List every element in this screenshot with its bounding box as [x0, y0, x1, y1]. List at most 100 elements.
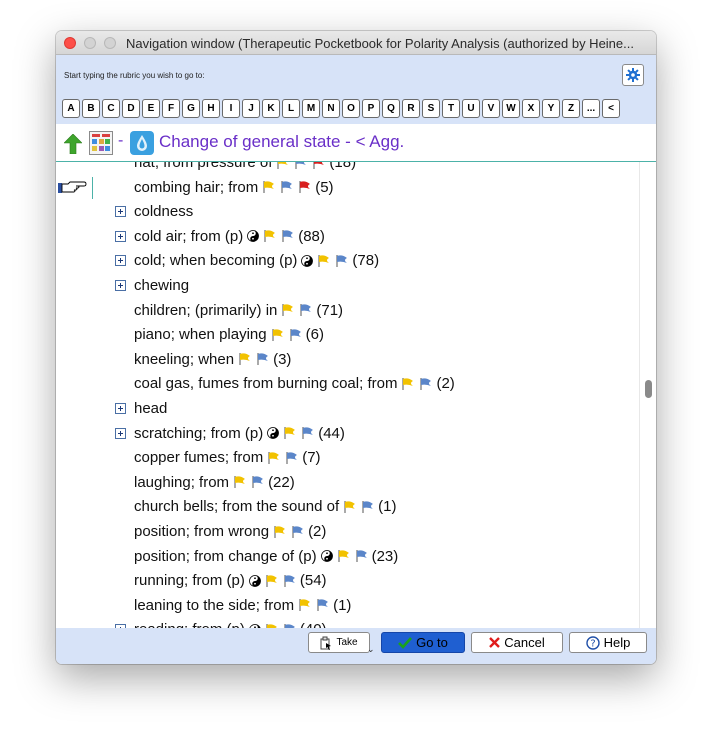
letter-button-z[interactable]: Z — [562, 99, 580, 118]
remedy-count: (40) — [300, 621, 327, 628]
letter-button-l[interactable]: L — [282, 99, 300, 118]
tree-row[interactable]: laughing; from (22) — [56, 471, 636, 495]
goto-button[interactable]: Go to — [381, 632, 465, 653]
rubric-label[interactable]: piano; when playing (6) — [134, 326, 324, 343]
tree-row[interactable]: combing hair; from (5) — [56, 176, 636, 200]
tree-row[interactable]: reading; from (p) (40) — [56, 618, 636, 628]
help-button[interactable]: ? Help — [569, 632, 647, 653]
letter-button-more[interactable]: ... — [582, 99, 600, 118]
letter-button-r[interactable]: R — [402, 99, 420, 118]
rubric-label[interactable]: church bells; from the sound of (1) — [134, 498, 396, 515]
letter-button-k[interactable]: K — [262, 99, 280, 118]
tree-row[interactable]: position; from change of (p) (23) — [56, 545, 636, 569]
expand-icon[interactable] — [115, 206, 126, 218]
remedy-count: (18) — [329, 162, 357, 171]
maximize-window-button[interactable] — [104, 37, 116, 49]
letter-button-x[interactable]: X — [522, 99, 540, 118]
tree-row[interactable]: cold; when becoming (p) (78) — [56, 249, 636, 273]
letter-button-b[interactable]: B — [82, 99, 100, 118]
rubric-text: kneeling; when — [134, 350, 235, 368]
rubric-label[interactable]: reading; from (p) (40) — [134, 621, 327, 628]
up-arrow-icon[interactable] — [64, 134, 82, 154]
letter-button-f[interactable]: F — [162, 99, 180, 118]
letter-button-h[interactable]: H — [202, 99, 220, 118]
letter-button-c[interactable]: C — [102, 99, 120, 118]
rubric-label[interactable]: cold air; from (p) (88) — [134, 228, 325, 245]
rubric-label[interactable]: leaning to the side; from (1) — [134, 597, 351, 614]
letter-button-t[interactable]: T — [442, 99, 460, 118]
red-flag-icon — [313, 162, 325, 169]
letter-button-y[interactable]: Y — [542, 99, 560, 118]
tree-row[interactable]: position; from wrong (2) — [56, 520, 636, 544]
breadcrumb-title[interactable]: Change of general state - < Agg. — [159, 132, 404, 152]
letter-button-o[interactable]: O — [342, 99, 360, 118]
letter-button-v[interactable]: V — [482, 99, 500, 118]
rubric-label[interactable]: scratching; from (p) (44) — [134, 425, 345, 442]
letter-button-s[interactable]: S — [422, 99, 440, 118]
cancel-button[interactable]: Cancel — [471, 632, 563, 653]
tree-row[interactable]: cold air; from (p) (88) — [56, 225, 636, 249]
rubric-label[interactable]: coal gas, fumes from burning coal; from (… — [134, 375, 455, 392]
scrollbar-thumb[interactable] — [645, 380, 652, 398]
letter-button-q[interactable]: Q — [382, 99, 400, 118]
rubric-label[interactable]: position; from wrong (2) — [134, 523, 326, 540]
remedy-count: (78) — [352, 252, 380, 270]
expand-icon[interactable] — [115, 403, 126, 414]
tree-row[interactable]: piano; when playing (6) — [56, 323, 636, 347]
minimize-window-button[interactable] — [84, 37, 96, 49]
rubric-label[interactable]: combing hair; from (5) — [134, 179, 334, 196]
rubric-text: laughing; from — [134, 473, 230, 491]
tree-row[interactable]: children; (primarily) in (71) — [56, 299, 636, 323]
expand-icon[interactable] — [115, 427, 126, 439]
rubric-label[interactable]: hat; from pressure of (18) — [134, 162, 356, 171]
letter-button-w[interactable]: W — [502, 99, 520, 118]
letter-button-e[interactable]: E — [142, 99, 160, 118]
rubric-label[interactable]: kneeling; when (3) — [134, 351, 291, 368]
letter-button-i[interactable]: I — [222, 99, 240, 118]
close-window-button[interactable] — [64, 37, 76, 49]
repertory-grid-icon[interactable] — [89, 131, 113, 155]
rubric-label[interactable]: copper fumes; from (7) — [134, 449, 321, 466]
letter-button-a[interactable]: A — [62, 99, 80, 118]
tree-row[interactable]: coldness — [56, 200, 636, 224]
letter-button-g[interactable]: G — [182, 99, 200, 118]
tree-row[interactable]: head — [56, 397, 636, 421]
rubric-label[interactable]: children; (primarily) in (71) — [134, 302, 343, 319]
expand-icon[interactable] — [115, 230, 126, 242]
vertical-scrollbar[interactable] — [639, 162, 656, 628]
tree-row[interactable]: copper fumes; from (7) — [56, 446, 636, 470]
remedy-count: (22) — [268, 473, 295, 491]
expand-icon[interactable] — [115, 280, 126, 291]
water-drop-icon[interactable] — [130, 131, 154, 155]
letter-button-back[interactable]: < — [602, 99, 620, 118]
rubric-label[interactable]: coldness — [134, 203, 193, 220]
rubric-tree[interactable]: hat; from pressure of (18) combing hair; f… — [56, 162, 656, 628]
expand-icon[interactable] — [115, 255, 126, 267]
tree-row[interactable]: scratching; from (p) (44) — [56, 422, 636, 446]
letter-button-u[interactable]: U — [462, 99, 480, 118]
tree-row[interactable]: leaning to the side; from (1) — [56, 594, 636, 618]
search-header: Start typing the rubric you wish to go t… — [56, 55, 656, 124]
rubric-label[interactable]: cold; when becoming (p) (78) — [134, 252, 379, 269]
tree-row[interactable]: church bells; from the sound of (1) — [56, 495, 636, 519]
rubric-label[interactable]: chewing — [134, 277, 189, 294]
title-bar[interactable]: Navigation window (Therapeutic Pocketboo… — [56, 31, 656, 55]
rubric-label[interactable]: position; from change of (p) (23) — [134, 548, 398, 565]
tree-row[interactable]: kneeling; when (3) — [56, 348, 636, 372]
tree-row[interactable]: running; from (p) (54) — [56, 569, 636, 593]
tree-row[interactable]: chewing — [56, 274, 636, 298]
tree-row[interactable]: coal gas, fumes from burning coal; from (… — [56, 372, 636, 396]
rubric-text: copper fumes; from — [134, 449, 264, 467]
letter-button-p[interactable]: P — [362, 99, 380, 118]
tree-row[interactable]: hat; from pressure of (18) — [56, 162, 636, 175]
letter-button-m[interactable]: M — [302, 99, 320, 118]
rubric-label[interactable]: head — [134, 400, 167, 417]
rubric-label[interactable]: laughing; from (22) — [134, 474, 295, 491]
take-button[interactable]: Take — [308, 632, 370, 653]
settings-button[interactable] — [622, 64, 644, 86]
letter-button-n[interactable]: N — [322, 99, 340, 118]
letter-button-d[interactable]: D — [122, 99, 140, 118]
take-dropdown-icon[interactable]: ⌄ — [367, 644, 375, 655]
rubric-label[interactable]: running; from (p) (54) — [134, 572, 327, 589]
letter-button-j[interactable]: J — [242, 99, 260, 118]
